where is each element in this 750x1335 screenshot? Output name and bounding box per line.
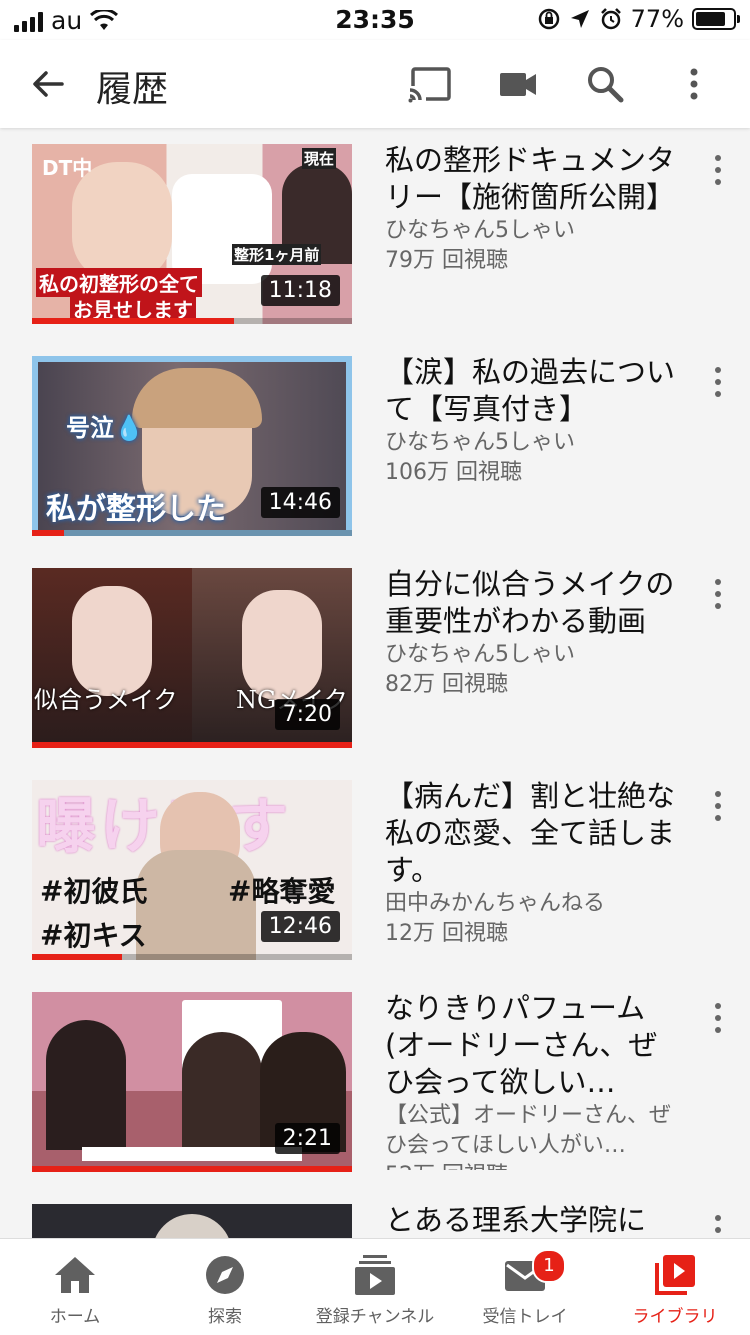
thumbnail-text: DT中: [42, 156, 93, 180]
video-camera-icon[interactable]: [494, 60, 542, 108]
location-icon: [570, 10, 589, 28]
duration-badge: 7:20: [274, 699, 340, 730]
channel-name: 【公式】オードリーさん、ぜひ会ってほしい人がい…: [385, 1103, 672, 1158]
video-thumbnail[interactable]: DT中 現在 整形1ヶ月前 私の初整形の全て お見せします 11:18: [32, 144, 352, 324]
thumbnail-text: 似合うメイク: [34, 686, 178, 714]
thumbnail-text: #初彼氏: [40, 875, 148, 908]
video-title[interactable]: なりきりパフューム(オードリーさん、ぜひ会って欲しい…: [385, 990, 680, 1101]
nav-label: 探索: [208, 1307, 242, 1327]
thumbnail-text: 号泣💧: [66, 414, 144, 442]
compass-icon: [206, 1256, 244, 1294]
duration-badge: 2:21: [274, 1123, 340, 1154]
watch-progress: [32, 1166, 352, 1172]
nav-label: ライブラリ: [632, 1307, 718, 1327]
video-item[interactable]: 曝け出す #初彼氏 #略奪愛 #初キス 12:46 【病んだ】割と壮絶な私の恋愛…: [0, 764, 750, 976]
page-title: 履歴: [96, 69, 169, 110]
nav-label: 登録チャンネル: [315, 1307, 435, 1327]
view-count: 106万 回視聴: [385, 460, 522, 485]
bottom-navigation: ホーム 探索 登録チャンネル 1 受信トレイ ライブラリ: [0, 1238, 750, 1335]
channel-name: ひなちゃん5しゃい: [385, 642, 575, 667]
video-item[interactable]: とある理系大学院に: [0, 1188, 750, 1238]
view-count: 52万 回視聴: [385, 1161, 680, 1170]
duration-badge: 14:46: [260, 487, 340, 518]
video-thumbnail[interactable]: [32, 1204, 352, 1238]
duration-badge: 12:46: [260, 911, 340, 942]
thumbnail-text: 現在: [302, 148, 337, 169]
rotation-lock-icon: [538, 8, 559, 30]
thumbnail-text: 私の初整形の全て: [36, 268, 202, 297]
watch-progress: [32, 318, 352, 324]
library-icon: [655, 1255, 695, 1295]
video-thumbnail[interactable]: 2:21: [32, 992, 352, 1172]
app-header: 履歴: [0, 40, 750, 128]
more-vertical-icon[interactable]: [708, 998, 728, 1038]
more-vertical-icon[interactable]: [708, 786, 728, 826]
channel-name: 田中みかんちゃんねる: [385, 891, 606, 916]
nav-inbox[interactable]: 1 受信トレイ: [450, 1239, 600, 1335]
battery-percent: 77%: [630, 5, 684, 33]
home-icon: [55, 1257, 95, 1293]
nav-library[interactable]: ライブラリ: [600, 1239, 750, 1335]
thumbnail-text: 整形1ヶ月前: [232, 244, 322, 265]
nav-home[interactable]: ホーム: [0, 1239, 150, 1335]
thumbnail-text: 私が整形した: [46, 492, 226, 527]
video-thumbnail[interactable]: 似合うメイク NGメイク 7:20: [32, 568, 352, 748]
more-vertical-icon[interactable]: [670, 60, 718, 108]
notification-badge: 1: [532, 1249, 566, 1283]
view-count: 12万 回視聴: [385, 921, 508, 946]
duration-badge: 11:18: [260, 275, 340, 306]
search-icon[interactable]: [581, 60, 629, 108]
video-thumbnail[interactable]: 号泣💧 私が整形した 14:46: [32, 356, 352, 536]
video-title[interactable]: 自分に似合うメイクの重要性がわかる動画: [385, 566, 680, 640]
more-vertical-icon[interactable]: [708, 1210, 728, 1238]
video-item[interactable]: 2:21 なりきりパフューム(オードリーさん、ぜひ会って欲しい… 【公式】オード…: [0, 976, 750, 1188]
video-title[interactable]: 私の整形ドキュメンタリー【施術箇所公開】: [385, 142, 680, 216]
thumbnail-text: #略奪愛: [228, 875, 336, 908]
more-vertical-icon[interactable]: [708, 574, 728, 614]
video-thumbnail[interactable]: 曝け出す #初彼氏 #略奪愛 #初キス 12:46: [32, 780, 352, 960]
nav-label: 受信トレイ: [482, 1307, 568, 1327]
watch-progress: [32, 742, 352, 748]
channel-name: ひなちゃん5しゃい: [385, 218, 575, 243]
watch-progress: [32, 530, 352, 536]
nav-label: ホーム: [49, 1307, 101, 1327]
nav-explore[interactable]: 探索: [150, 1239, 300, 1335]
video-item[interactable]: 似合うメイク NGメイク 7:20 自分に似合うメイクの重要性がわかる動画 ひな…: [0, 552, 750, 764]
video-item[interactable]: 号泣💧 私が整形した 14:46 【涙】私の過去について【写真付き】 ひなちゃん…: [0, 340, 750, 552]
view-count: 79万 回視聴: [385, 248, 508, 273]
video-title[interactable]: とある理系大学院に: [385, 1202, 680, 1238]
history-list: DT中 現在 整形1ヶ月前 私の初整形の全て お見せします 11:18 私の整形…: [0, 128, 750, 1238]
nav-subscriptions[interactable]: 登録チャンネル: [300, 1239, 450, 1335]
watch-progress: [32, 954, 352, 960]
more-vertical-icon[interactable]: [708, 150, 728, 190]
thumbnail-text: #初キス: [40, 919, 147, 952]
back-arrow-icon[interactable]: [24, 60, 72, 108]
video-item[interactable]: DT中 現在 整形1ヶ月前 私の初整形の全て お見せします 11:18 私の整形…: [0, 128, 750, 340]
cast-icon[interactable]: [406, 60, 454, 108]
channel-name: ひなちゃん5しゃい: [385, 430, 575, 455]
subscriptions-icon: [355, 1255, 395, 1295]
alarm-icon: [600, 8, 621, 30]
video-title[interactable]: 【涙】私の過去について【写真付き】: [385, 354, 680, 428]
more-vertical-icon[interactable]: [708, 362, 728, 402]
video-title[interactable]: 【病んだ】割と壮絶な私の恋愛、全て話します。: [385, 778, 680, 889]
battery-icon: [692, 8, 740, 30]
status-bar: au 23:35 77%: [0, 0, 750, 40]
view-count: 82万 回視聴: [385, 672, 508, 697]
